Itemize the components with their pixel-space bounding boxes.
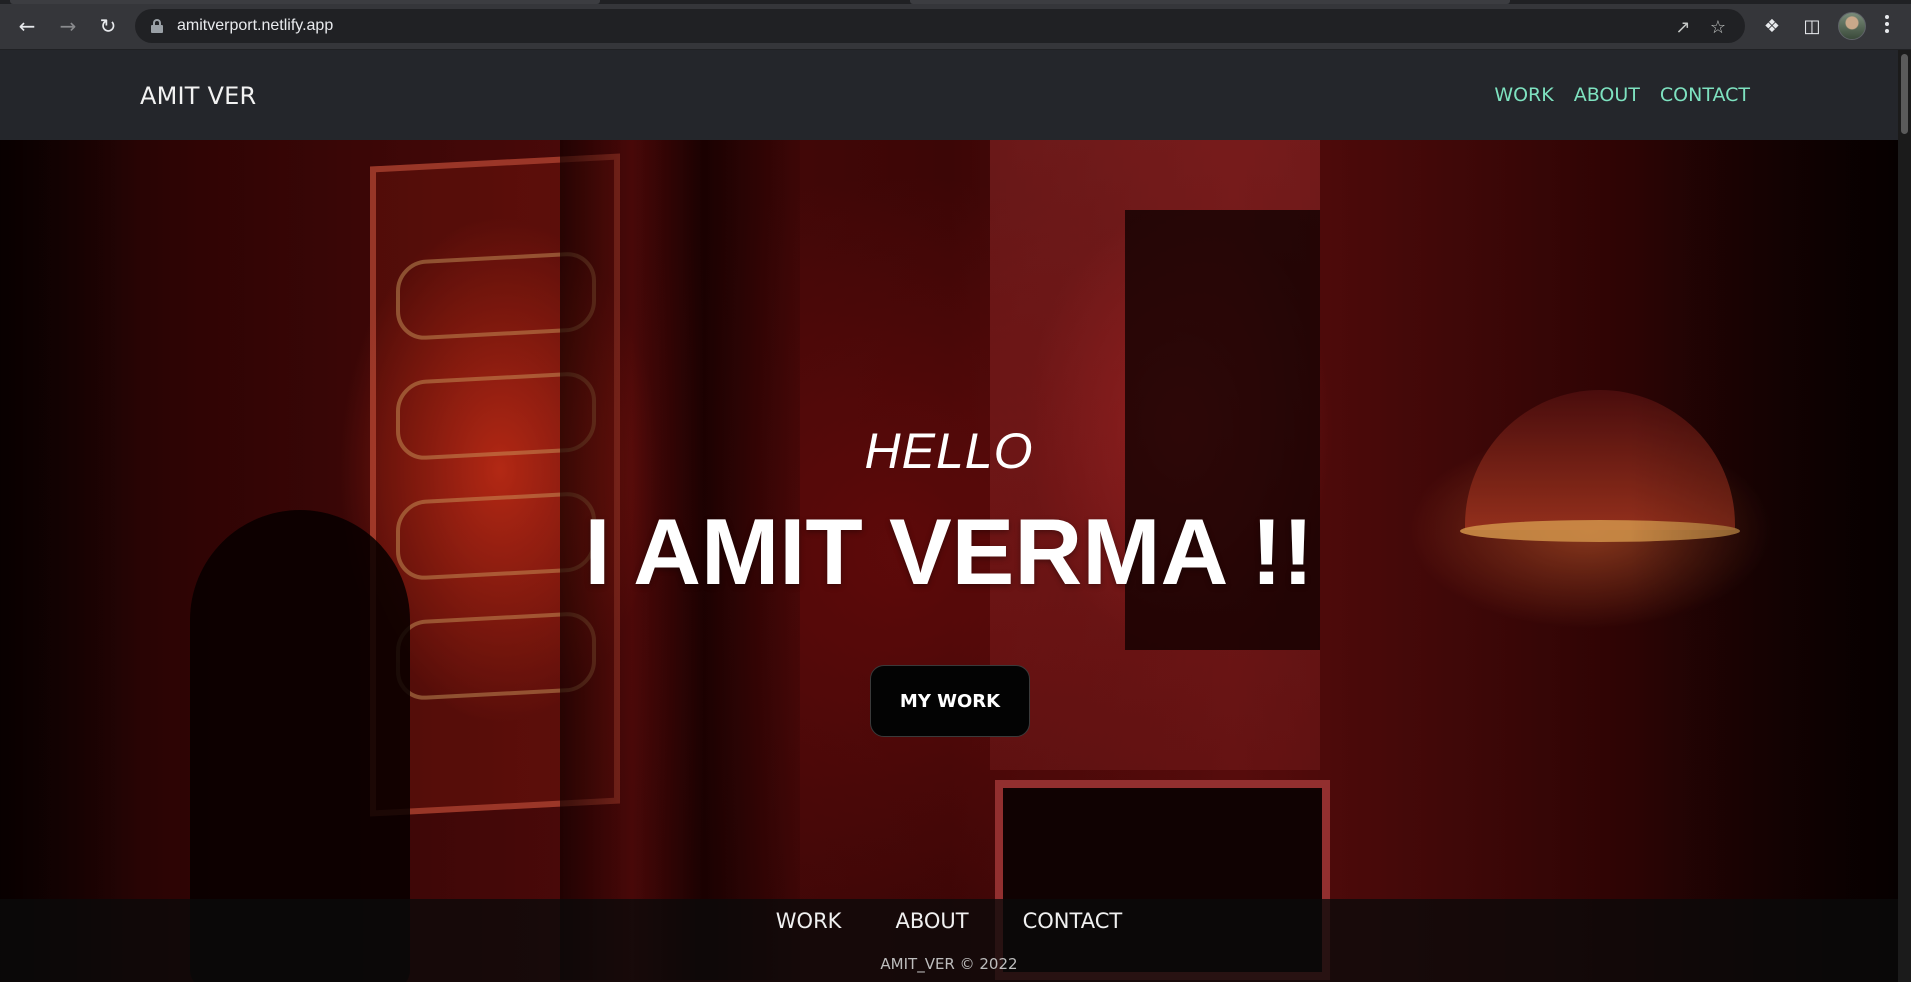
nav-links: WORK ABOUT CONTACT — [1494, 84, 1750, 106]
footer-link-about[interactable]: ABOUT — [895, 909, 968, 933]
arrow-left-icon: ← — [18, 14, 36, 38]
vertical-scrollbar[interactable] — [1898, 50, 1911, 982]
page-viewport: AMIT VER WORK ABOUT CONTACT HELLO I AMIT… — [0, 50, 1898, 982]
footer-link-work[interactable]: WORK — [776, 909, 842, 933]
nav-link-contact[interactable]: CONTACT — [1660, 84, 1750, 106]
reload-icon: ↻ — [99, 14, 117, 38]
share-icon[interactable]: ↗ — [1672, 16, 1694, 38]
hero-greeting: HELLO — [864, 423, 1034, 479]
hero-headline: I AMIT VERMA !! — [584, 499, 1314, 604]
address-bar[interactable]: amitverport.netlify.app ↗ ☆ — [135, 9, 1745, 43]
copyright-text: AMIT_VER © 2022 — [880, 955, 1018, 973]
tab[interactable] — [910, 0, 1510, 4]
tab-strip — [0, 0, 1911, 4]
side-panel-icon[interactable]: ◫ — [1798, 12, 1826, 40]
reload-button[interactable]: ↻ — [94, 12, 122, 40]
scrollbar-thumb[interactable] — [1901, 54, 1908, 134]
avatar[interactable] — [1838, 12, 1866, 40]
my-work-button[interactable]: MY WORK — [870, 665, 1030, 737]
site-footer: WORK ABOUT CONTACT AMIT_VER © 2022 — [0, 899, 1898, 982]
url-text[interactable]: amitverport.netlify.app — [177, 17, 333, 35]
site-brand[interactable]: AMIT VER — [140, 82, 256, 110]
nav-link-about[interactable]: ABOUT — [1574, 84, 1640, 106]
footer-link-contact[interactable]: CONTACT — [1023, 909, 1123, 933]
tab[interactable] — [10, 0, 600, 4]
browser-toolbar: ← → ↻ amitverport.netlify.app ↗ ☆ ❖ ◫ — [0, 0, 1911, 50]
nav-link-work[interactable]: WORK — [1494, 84, 1553, 106]
footer-links: WORK ABOUT CONTACT — [0, 909, 1898, 933]
lock-icon[interactable] — [151, 19, 163, 33]
puzzle-icon[interactable]: ❖ — [1758, 12, 1786, 40]
arrow-right-icon: → — [59, 14, 77, 38]
kebab-menu-icon[interactable] — [1885, 15, 1891, 35]
back-button[interactable]: ← — [13, 12, 41, 40]
forward-button[interactable]: → — [54, 12, 82, 40]
star-icon[interactable]: ☆ — [1707, 16, 1729, 38]
site-navbar: AMIT VER WORK ABOUT CONTACT — [0, 50, 1898, 140]
